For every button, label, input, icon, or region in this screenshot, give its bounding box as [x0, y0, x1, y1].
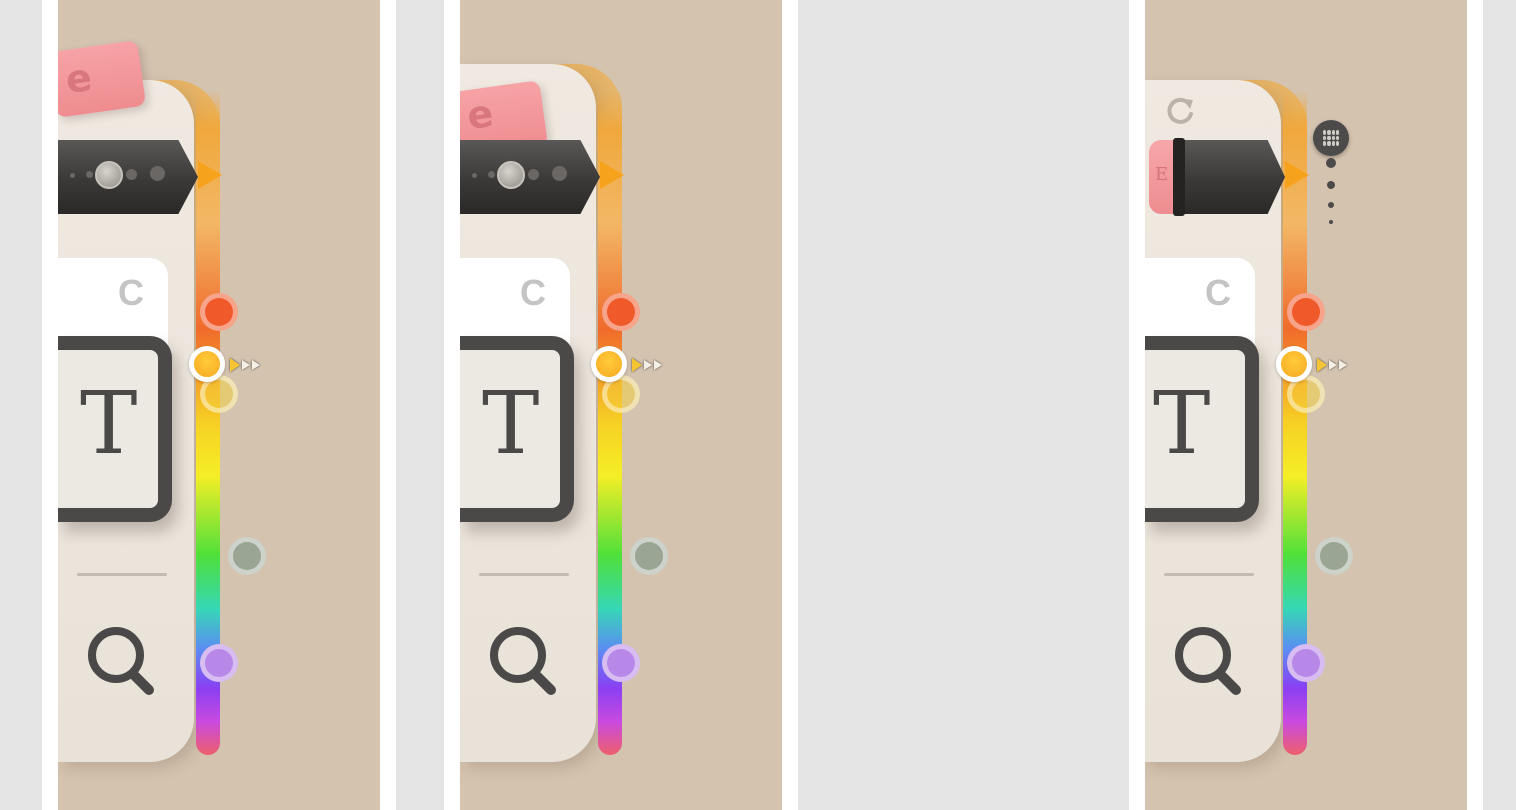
swatch-purple[interactable] — [200, 644, 238, 682]
panel-2: e C T — [460, 0, 782, 810]
search-icon[interactable] — [488, 625, 558, 697]
divider — [479, 573, 569, 576]
active-color-swatch[interactable] — [1276, 346, 1312, 382]
gutter-2 — [396, 0, 444, 810]
swatch-purple[interactable] — [1287, 644, 1325, 682]
expand-arrows-icon[interactable] — [230, 353, 262, 377]
divider — [77, 573, 167, 576]
swatch-gray[interactable] — [1315, 537, 1353, 575]
card-letter: C — [520, 272, 546, 313]
pen-dot — [126, 169, 137, 180]
pen-dot — [472, 173, 477, 178]
pen-dot — [528, 169, 539, 180]
panel-3: E C T — [1145, 0, 1467, 810]
search-icon[interactable] — [86, 625, 156, 697]
pen-dot — [70, 173, 75, 178]
gutter-right — [1483, 0, 1516, 810]
menu-grid-icon[interactable] — [1313, 120, 1349, 156]
size-dot[interactable] — [1328, 202, 1334, 208]
swatch-gray[interactable] — [630, 537, 668, 575]
expand-arrows-icon[interactable] — [632, 353, 664, 377]
size-dot[interactable] — [1329, 220, 1333, 224]
eraser-letter: e — [62, 54, 95, 103]
pen-dot — [150, 166, 165, 181]
pen-tip — [600, 161, 624, 189]
pen-dot — [488, 171, 495, 178]
card-letter: C — [1205, 272, 1231, 313]
panel-1: e C T — [58, 0, 380, 810]
active-color-swatch[interactable] — [189, 346, 225, 382]
pen-cap-letter: E — [1155, 164, 1169, 185]
swatch-purple[interactable] — [602, 644, 640, 682]
eraser-icon[interactable]: e — [58, 40, 147, 118]
swatch-orange[interactable] — [1287, 293, 1325, 331]
pen-size-knob[interactable] — [95, 161, 123, 189]
text-tool-letter: T — [80, 374, 138, 474]
swatch-gray[interactable] — [228, 537, 266, 575]
text-tool-letter: T — [482, 374, 540, 474]
pen-dot — [552, 166, 567, 181]
divider — [1164, 573, 1254, 576]
pen-band — [1173, 138, 1185, 216]
size-dot[interactable] — [1327, 181, 1335, 189]
size-dot[interactable] — [1326, 158, 1336, 168]
swatch-orange[interactable] — [200, 293, 238, 331]
swatch-orange[interactable] — [602, 293, 640, 331]
pen-size-knob[interactable] — [497, 161, 525, 189]
eraser-letter: e — [464, 91, 496, 139]
empty-gray-panel — [798, 0, 1129, 810]
active-color-swatch[interactable] — [591, 346, 627, 382]
card-letter: C — [118, 272, 144, 313]
search-icon[interactable] — [1173, 625, 1243, 697]
expand-arrows-icon[interactable] — [1317, 353, 1349, 377]
pen-tip — [198, 161, 222, 189]
text-tool-letter: T — [1153, 374, 1211, 474]
pen-dot — [86, 171, 93, 178]
pen-tip — [1285, 161, 1309, 189]
refresh-icon[interactable] — [1163, 94, 1197, 128]
gutter-left — [0, 0, 42, 810]
